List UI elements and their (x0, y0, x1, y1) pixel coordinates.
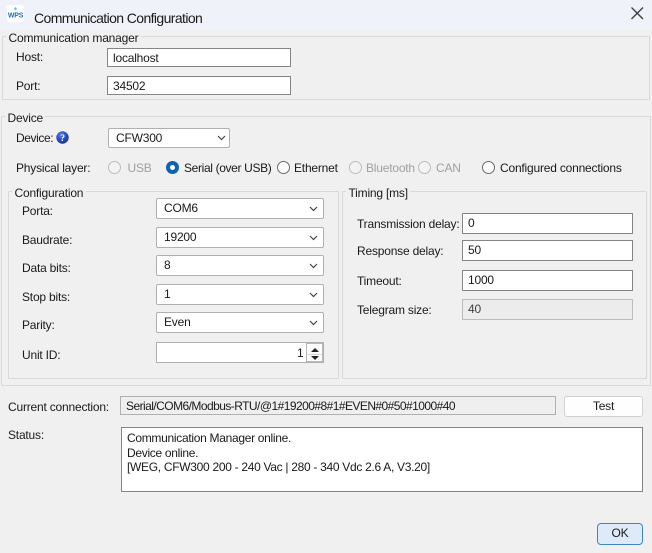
svg-text:WPS: WPS (8, 13, 24, 20)
svg-text:?: ? (60, 134, 65, 144)
